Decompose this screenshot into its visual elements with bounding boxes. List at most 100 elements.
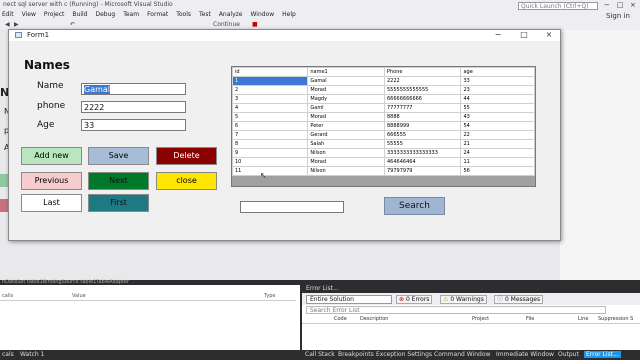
table-row[interactable]: 4 Gaml 77777777 55 (232, 103, 535, 113)
menu-window[interactable]: Window (250, 11, 274, 18)
first-button[interactable]: First (88, 194, 149, 212)
grid-column-header[interactable]: Phone (383, 67, 462, 77)
stop-icon[interactable]: ■ (252, 21, 258, 28)
table-cell[interactable]: 666555 (383, 130, 462, 140)
menu-debug[interactable]: Debug (95, 11, 115, 18)
search-input[interactable] (240, 201, 344, 213)
table-cell[interactable]: Gerard (307, 130, 385, 140)
table-cell[interactable]: 11 (460, 157, 535, 167)
save-button[interactable]: Save (88, 147, 149, 165)
menu-analyze[interactable]: Analyze (219, 11, 243, 18)
tab-immediate-window[interactable]: Immediate Window (496, 351, 554, 358)
tab-call-stack[interactable]: Call Stack (305, 351, 335, 358)
error-search-input[interactable]: Search Error List (306, 306, 606, 314)
form-minimize-icon[interactable]: − (493, 30, 503, 39)
continue-button[interactable]: Continue (213, 21, 240, 28)
table-cell[interactable]: Peter (307, 121, 385, 131)
table-row[interactable]: 9 Nilson 3333333333333333 24 (232, 148, 535, 158)
grid-column-header[interactable]: id (232, 67, 309, 77)
table-cell[interactable]: 5555555555555 (383, 85, 462, 95)
menu-help[interactable]: Help (282, 11, 296, 18)
table-cell[interactable]: 7 (232, 130, 309, 140)
table-cell[interactable]: Gaml (307, 103, 385, 113)
table-cell[interactable]: 9 (232, 148, 309, 158)
col-suppression[interactable]: Suppression S (598, 316, 633, 322)
name-input[interactable]: Gamal (81, 83, 186, 95)
maximize-icon[interactable]: □ (617, 1, 624, 9)
table-cell[interactable]: 43 (460, 112, 535, 122)
table-cell[interactable]: 23 (460, 85, 535, 95)
table-row[interactable]: 6 Peter 8888999 54 (232, 121, 535, 131)
search-button[interactable]: Search (384, 197, 445, 215)
menu-view[interactable]: View (22, 11, 36, 18)
delete-button[interactable]: Delete (156, 147, 217, 165)
table-cell[interactable]: 24 (460, 148, 535, 158)
table-cell[interactable]: Gamal (307, 76, 385, 86)
table-cell[interactable]: 10 (232, 157, 309, 167)
table-row[interactable]: 8 Salah 55555 21 (232, 139, 535, 149)
col-description[interactable]: Description (360, 316, 388, 322)
table-row[interactable]: 5 Morad 8888 43 (232, 112, 535, 122)
table-cell[interactable]: Morad (307, 157, 385, 167)
table-row[interactable]: 3 Magdy 66666666666 44 (232, 94, 535, 104)
tab-watch[interactable]: Watch 1 (20, 351, 44, 358)
grid-column-header[interactable]: age (460, 67, 535, 77)
table-cell[interactable]: 22 (460, 130, 535, 140)
table-cell[interactable]: 77777777 (383, 103, 462, 113)
table-cell[interactable]: 8 (232, 139, 309, 149)
table-cell[interactable]: 2 (232, 85, 309, 95)
tab-error-list[interactable]: Error List... (584, 351, 621, 358)
table-cell[interactable]: Morad (307, 85, 385, 95)
table-cell[interactable]: 4 (232, 103, 309, 113)
table-row[interactable]: 7 Gerard 666555 22 (232, 130, 535, 140)
tab-output[interactable]: Output (558, 351, 579, 358)
table-cell[interactable]: Salah (307, 139, 385, 149)
table-row[interactable]: 10 Morad 464646464 11 (232, 157, 535, 167)
quick-launch-input[interactable]: Quick Launch (Ctrl+Q) (518, 2, 598, 10)
data-grid[interactable]: id name1 Phone age 1 Gamal 2222 33 2 Morad 555… (231, 66, 536, 187)
table-cell[interactable]: 21 (460, 139, 535, 149)
table-cell[interactable]: 2222 (383, 76, 462, 86)
menu-build[interactable]: Build (72, 11, 87, 18)
table-cell[interactable]: 55555 (383, 139, 462, 149)
table-cell[interactable]: 54 (460, 121, 535, 131)
previous-button[interactable]: Previous (21, 172, 82, 190)
menu-test[interactable]: Test (199, 11, 211, 18)
form-close-icon[interactable]: × (544, 30, 554, 39)
menu-format[interactable]: Format (147, 11, 168, 18)
table-cell[interactable]: Nilson (307, 148, 385, 158)
close-button[interactable]: close (156, 172, 217, 190)
table-cell[interactable]: 44 (460, 94, 535, 104)
table-cell[interactable]: Morad (307, 112, 385, 122)
table-cell[interactable]: 66666666666 (383, 94, 462, 104)
messages-filter-button[interactable]: ⓘ 0 Messages (494, 295, 544, 304)
menu-team[interactable]: Team (123, 11, 139, 18)
table-cell[interactable]: 56 (460, 166, 535, 176)
table-cell[interactable]: 3333333333333333 (383, 148, 462, 158)
table-cell[interactable]: 5 (232, 112, 309, 122)
phone-input[interactable]: 2222 (81, 101, 186, 113)
back-icon[interactable]: ◀ (5, 21, 10, 28)
tab-command-window[interactable]: Command Window (434, 351, 490, 358)
errors-filter-button[interactable]: ⊗ 0 Errors (396, 295, 433, 304)
table-cell[interactable]: 33 (460, 76, 535, 86)
table-cell[interactable]: 55 (460, 103, 535, 113)
forward-icon[interactable]: ▶ (14, 21, 19, 28)
table-cell[interactable]: Nilson (307, 166, 385, 176)
warnings-filter-button[interactable]: ⚠ 0 Warnings (440, 295, 487, 304)
last-button[interactable]: Last (21, 194, 82, 212)
menu-tools[interactable]: Tools (176, 11, 191, 18)
table-cell[interactable]: Magdy (307, 94, 385, 104)
table-cell[interactable]: 464646464 (383, 157, 462, 167)
table-row[interactable]: 11 Nilson 79797979 56 (232, 166, 535, 176)
menu-edit[interactable]: Edit (2, 11, 14, 18)
error-scope-select[interactable]: Entire Solution (306, 295, 392, 304)
table-cell[interactable]: 8888999 (383, 121, 462, 131)
undo-icon[interactable]: ↶ (70, 21, 75, 28)
table-row[interactable]: 1 Gamal 2222 33 (232, 76, 535, 86)
table-row[interactable]: 2 Morad 5555555555555 23 (232, 85, 535, 95)
next-button[interactable]: Next (88, 172, 149, 190)
col-line[interactable]: Line (578, 316, 588, 322)
add-new-button[interactable]: Add new (21, 147, 82, 165)
col-code[interactable]: Code (334, 316, 347, 322)
